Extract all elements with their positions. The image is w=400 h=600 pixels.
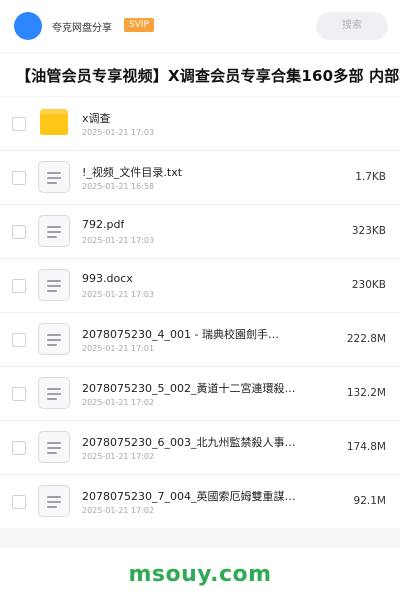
share-owner-name: 夸克网盘分享	[52, 23, 112, 34]
file-date: 2025-01-21 17:02	[82, 398, 155, 407]
file-size: 323KB	[351, 225, 386, 237]
list-item[interactable]: 792.pdf 2025-01-21 17:03 323KB	[0, 204, 400, 258]
file-size: 92.1M	[353, 495, 386, 507]
file-name: x调查	[82, 112, 111, 125]
file-name: 792.pdf	[82, 218, 125, 231]
header-bar: 夸克网盘分享 SVIP 搜索	[0, 0, 400, 52]
file-icon	[38, 269, 70, 301]
list-item[interactable]: 2078075230_4_001 - 瑞典校園劍手… 2025-01-21 17…	[0, 312, 400, 366]
file-icon	[38, 215, 70, 247]
select-checkbox[interactable]	[12, 441, 26, 455]
file-icon	[38, 161, 70, 193]
file-name: 2078075230_6_003_北九州監禁殺人事…	[82, 436, 296, 449]
site-watermark: msouy.com	[128, 562, 272, 587]
file-name: 2078075230_5_002_黃道十二宮連環殺…	[82, 382, 296, 395]
list-item[interactable]: 2078075230_6_003_北九州監禁殺人事… 2025-01-21 17…	[0, 420, 400, 474]
file-icon	[38, 377, 70, 409]
page-title: 【油管会员专享视频】X调查会员专享合集160多部 内部群专享	[16, 67, 400, 85]
file-date: 2025-01-21 17:03	[82, 290, 155, 299]
file-date: 2025-01-21 17:02	[82, 506, 155, 515]
file-name: 993.docx	[82, 272, 133, 285]
file-list: x调查 2025-01-21 17:03 !_视频_文件目录.txt 2025-…	[0, 96, 400, 528]
search-button[interactable]: 搜索	[316, 12, 388, 40]
file-name: 2078075230_7_004_英國索厄姆雙重謀…	[82, 490, 296, 503]
folder-icon	[40, 109, 68, 135]
select-checkbox[interactable]	[12, 333, 26, 347]
list-item-folder[interactable]: x调查 2025-01-21 17:03	[0, 96, 400, 150]
footer: msouy.com	[0, 548, 400, 600]
avatar[interactable]	[14, 12, 42, 40]
select-checkbox[interactable]	[12, 279, 26, 293]
file-size: 230KB	[351, 279, 386, 291]
file-size: 1.7KB	[355, 171, 386, 183]
select-checkbox[interactable]	[12, 117, 26, 131]
list-item[interactable]: !_视频_文件目录.txt 2025-01-21 16:58 1.7KB	[0, 150, 400, 204]
list-item[interactable]: 2078075230_7_004_英國索厄姆雙重謀… 2025-01-21 17…	[0, 474, 400, 528]
file-date: 2025-01-21 17:03	[82, 236, 155, 245]
file-name: !_视频_文件目录.txt	[82, 166, 183, 179]
select-checkbox[interactable]	[12, 171, 26, 185]
file-icon	[38, 431, 70, 463]
file-name: 2078075230_4_001 - 瑞典校園劍手…	[82, 328, 279, 341]
share-title-bar: 【油管会员专享视频】X调查会员专享合集160多部 内部群专享	[0, 54, 400, 96]
list-item[interactable]: 993.docx 2025-01-21 17:03 230KB	[0, 258, 400, 312]
select-checkbox[interactable]	[12, 387, 26, 401]
file-size: 222.8M	[346, 333, 386, 345]
file-icon	[38, 323, 70, 355]
select-checkbox[interactable]	[12, 495, 26, 509]
file-date: 2025-01-21 16:58	[82, 182, 155, 191]
file-icon	[38, 485, 70, 517]
file-size: 174.8M	[346, 441, 386, 453]
file-date: 2025-01-21 17:01	[82, 344, 155, 353]
svip-badge: SVIP	[124, 18, 154, 32]
file-size: 132.2M	[346, 387, 386, 399]
list-item[interactable]: 2078075230_5_002_黃道十二宮連環殺… 2025-01-21 17…	[0, 366, 400, 420]
file-date: 2025-01-21 17:02	[82, 452, 155, 461]
file-date: 2025-01-21 17:03	[82, 128, 155, 137]
select-checkbox[interactable]	[12, 225, 26, 239]
